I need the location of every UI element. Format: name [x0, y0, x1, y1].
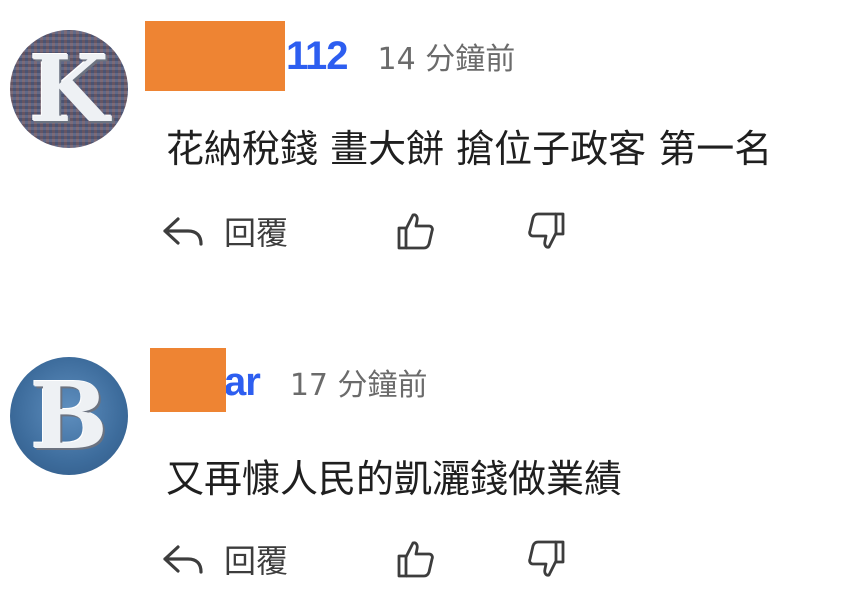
- like-button[interactable]: [396, 534, 436, 584]
- avatar-letter: K: [29, 35, 109, 143]
- timestamp: 14 分鐘前: [377, 42, 516, 77]
- reply-arrow-icon: [160, 211, 206, 251]
- reply-label: 回覆: [224, 542, 289, 580]
- comment-text: 花納稅錢 畫大餅 搶位子政客 第一名: [166, 127, 773, 171]
- comment-item: B ar 17 分鐘前 又再慷人民的凱灑錢做業績 回覆: [0, 300, 867, 590]
- comment-actions: 回覆: [160, 206, 660, 256]
- thumbs-down-icon: [526, 210, 566, 252]
- comment-header: 112 14 分鐘前: [145, 21, 516, 91]
- reply-arrow-icon: [160, 539, 206, 579]
- avatar-letter: B: [30, 362, 108, 470]
- avatar[interactable]: B: [10, 357, 128, 475]
- timestamp: 17 分鐘前: [289, 368, 428, 403]
- comment-item: K 112 14 分鐘前 花納稅錢 畫大餅 搶位子政客 第一名 回覆: [0, 0, 867, 300]
- thumbs-up-icon: [396, 210, 436, 252]
- reply-button[interactable]: 回覆: [160, 206, 288, 256]
- avatar[interactable]: K: [10, 30, 128, 148]
- username-wrapper[interactable]: 112: [145, 21, 349, 91]
- reply-button[interactable]: 回覆: [160, 534, 288, 584]
- like-button[interactable]: [396, 206, 436, 256]
- reply-label: 回覆: [224, 214, 289, 252]
- comment-header: ar 17 分鐘前: [148, 348, 428, 412]
- thumbs-up-icon: [396, 538, 436, 580]
- dislike-button[interactable]: [526, 206, 566, 256]
- thumbs-down-icon: [526, 538, 566, 580]
- username-wrapper[interactable]: ar: [148, 348, 261, 412]
- redaction-block: [145, 21, 285, 91]
- comment-actions: 回覆: [160, 534, 660, 584]
- dislike-button[interactable]: [526, 534, 566, 584]
- comment-text: 又再慷人民的凱灑錢做業績: [166, 457, 623, 501]
- redaction-block: [150, 348, 226, 412]
